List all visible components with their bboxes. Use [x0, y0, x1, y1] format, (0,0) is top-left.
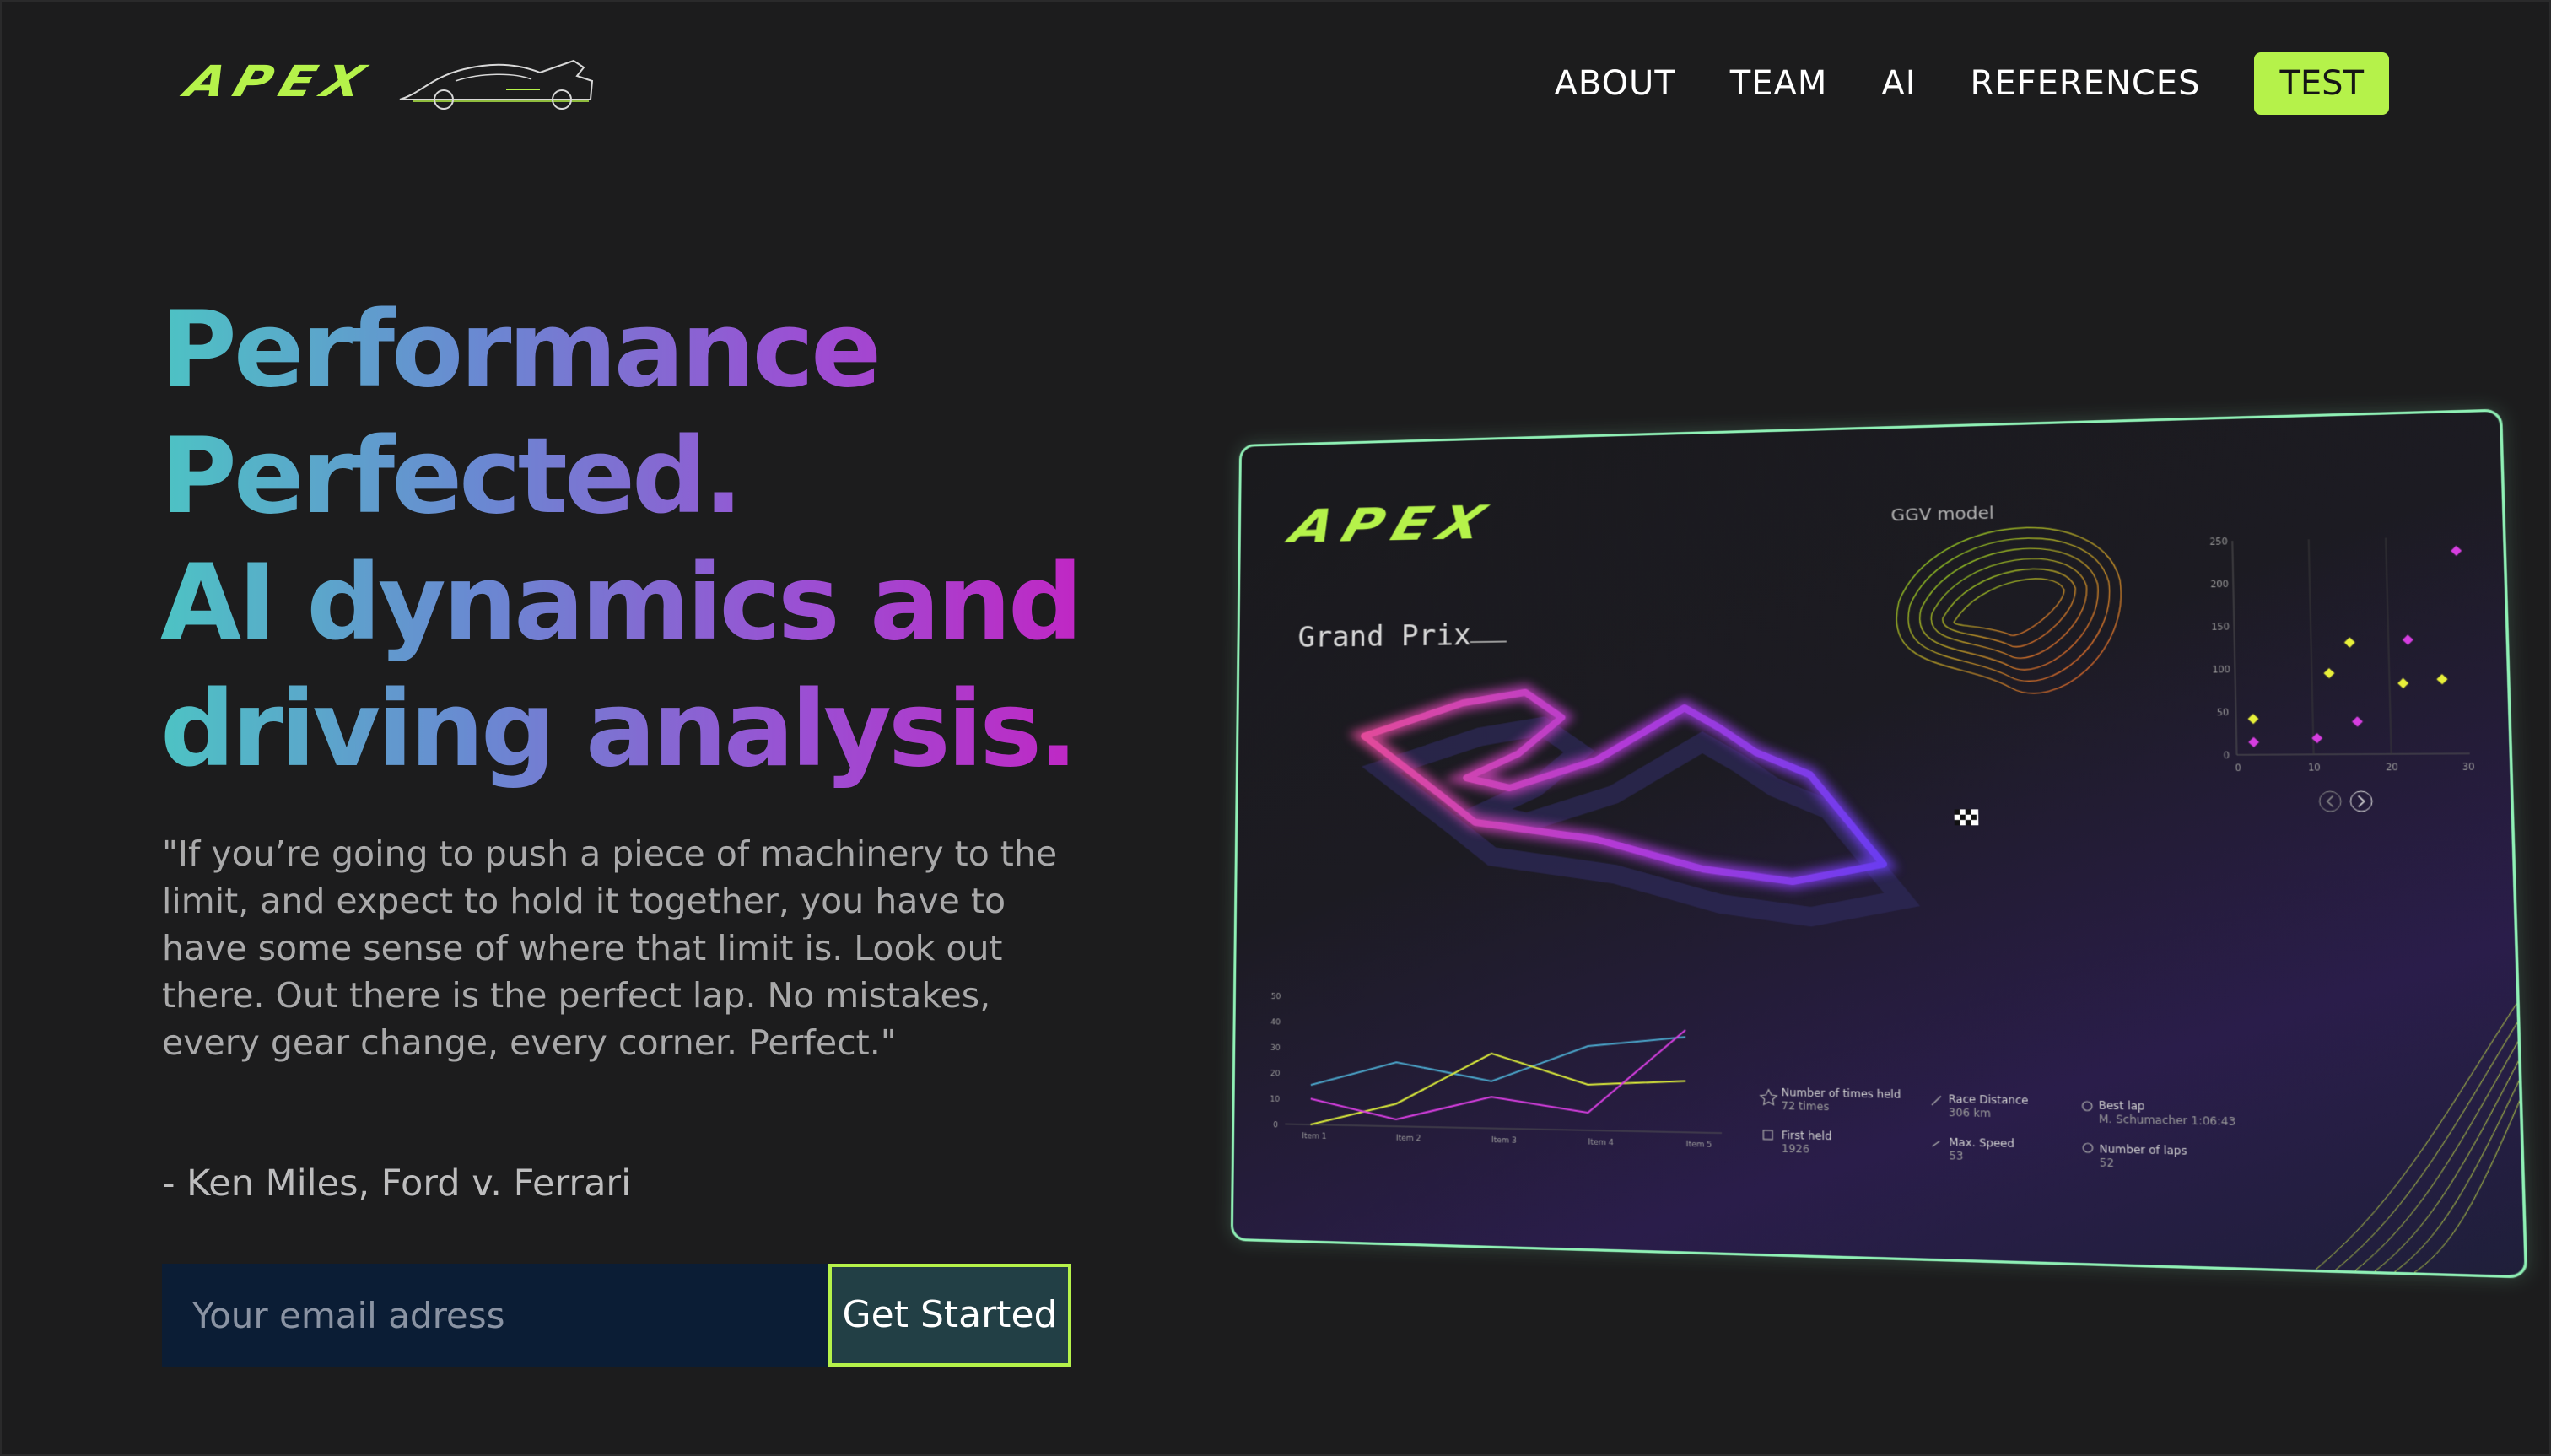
get-started-button[interactable]: Get Started	[828, 1264, 1071, 1367]
calendar-icon	[1763, 1130, 1772, 1140]
wave-graphic	[2310, 993, 2528, 1276]
dashboard-graphics: 250 200 150 100 50 0 0 10 20 30 50 40 30…	[1270, 412, 2528, 1279]
line-y-tick: 40	[1270, 1018, 1281, 1027]
clock-icon	[2083, 1102, 2092, 1111]
hero-title-line-2: Perfected.	[160, 416, 740, 537]
line-x-tick: Item 2	[1396, 1134, 1421, 1143]
dashboard-preview: APEX Grand Prix GGV model 250 200 150 10…	[1230, 408, 2528, 1279]
line-x-tick: Item 3	[1491, 1136, 1517, 1146]
distance-icon	[1932, 1096, 1941, 1105]
line-y-tick: 10	[1270, 1095, 1280, 1104]
scatter-y-tick: 250	[2209, 537, 2228, 547]
line-y-tick: 30	[1270, 1044, 1281, 1053]
logo-wordmark[interactable]: APEX	[179, 57, 379, 107]
email-input[interactable]	[162, 1264, 828, 1367]
line-y-tick: 0	[1273, 1121, 1278, 1130]
scatter-x-tick: 30	[2462, 763, 2475, 773]
hero-title-line-1: Performance	[160, 289, 879, 411]
line-x-tick: Item 1	[1302, 1132, 1326, 1141]
hero-quote: "If you’re going to push a piece of mach…	[162, 833, 1058, 1063]
hero-title-line-3: AI dynamics and	[160, 542, 1080, 664]
stat-best-lap: Best lap M. Schumacher 1:06:43	[2098, 1098, 2236, 1129]
scatter-x-tick: 20	[2386, 763, 2398, 773]
hero-title-line-4: driving analysis.	[160, 669, 1076, 790]
dashboard-card: APEX Grand Prix GGV model 250 200 150 10…	[1230, 408, 2528, 1279]
line-chart: 50 40 30 20 10 0 Item 1 Item 2 Item 3 It…	[1270, 993, 1722, 1150]
nav-link-about[interactable]: ABOUT	[1554, 64, 1675, 103]
nav-link-ai[interactable]: AI	[1881, 64, 1916, 103]
nav-link-references[interactable]: REFERENCES	[1971, 64, 2201, 103]
star-icon	[1761, 1089, 1777, 1104]
scatter-chart: 250 200 150 100 50 0 0 10 20 30	[2209, 532, 2475, 812]
stat-first-held: First held 1926	[1781, 1129, 1832, 1156]
signup-form: Get Started	[162, 1264, 1071, 1367]
speed-icon	[1932, 1141, 1939, 1147]
scatter-x-tick: 0	[2235, 763, 2241, 774]
chevron-right-icon	[2350, 791, 2372, 812]
brand[interactable]: APEX	[179, 51, 596, 113]
main-nav: ABOUT TEAM AI REFERENCES TEST	[1554, 52, 2389, 115]
stat-number-of-laps: Number of laps 52	[2099, 1142, 2187, 1170]
line-y-tick: 50	[1271, 993, 1281, 1001]
scatter-y-tick: 150	[2211, 623, 2230, 633]
scatter-y-tick: 50	[2217, 709, 2230, 719]
stat-race-distance: Race Distance 306 km	[1948, 1092, 2029, 1120]
scatter-x-tick: 10	[2308, 763, 2321, 774]
nav-test-button[interactable]: TEST	[2254, 52, 2389, 115]
scatter-y-tick: 100	[2212, 666, 2230, 676]
line-x-tick: Item 5	[1686, 1141, 1712, 1150]
ggv-surface	[1896, 526, 2122, 694]
nav-link-team[interactable]: TEAM	[1730, 64, 1828, 103]
scatter-y-tick: 0	[2224, 752, 2230, 762]
stat-times-held: Number of times held 72 times	[1781, 1086, 1901, 1114]
laps-icon	[2083, 1143, 2092, 1152]
stat-max-speed: Max. Speed 53	[1949, 1135, 2014, 1162]
line-x-tick: Item 4	[1588, 1138, 1614, 1147]
hero-title: Performance Perfected. AI dynamics and d…	[160, 287, 1080, 793]
quote-attribution: - Ken Miles, Ford v. Ferrari	[162, 1162, 632, 1205]
line-y-tick: 20	[1270, 1070, 1281, 1078]
car-logo-icon	[399, 59, 593, 110]
chevron-left-icon	[2319, 791, 2341, 812]
scatter-y-tick: 200	[2210, 580, 2229, 590]
